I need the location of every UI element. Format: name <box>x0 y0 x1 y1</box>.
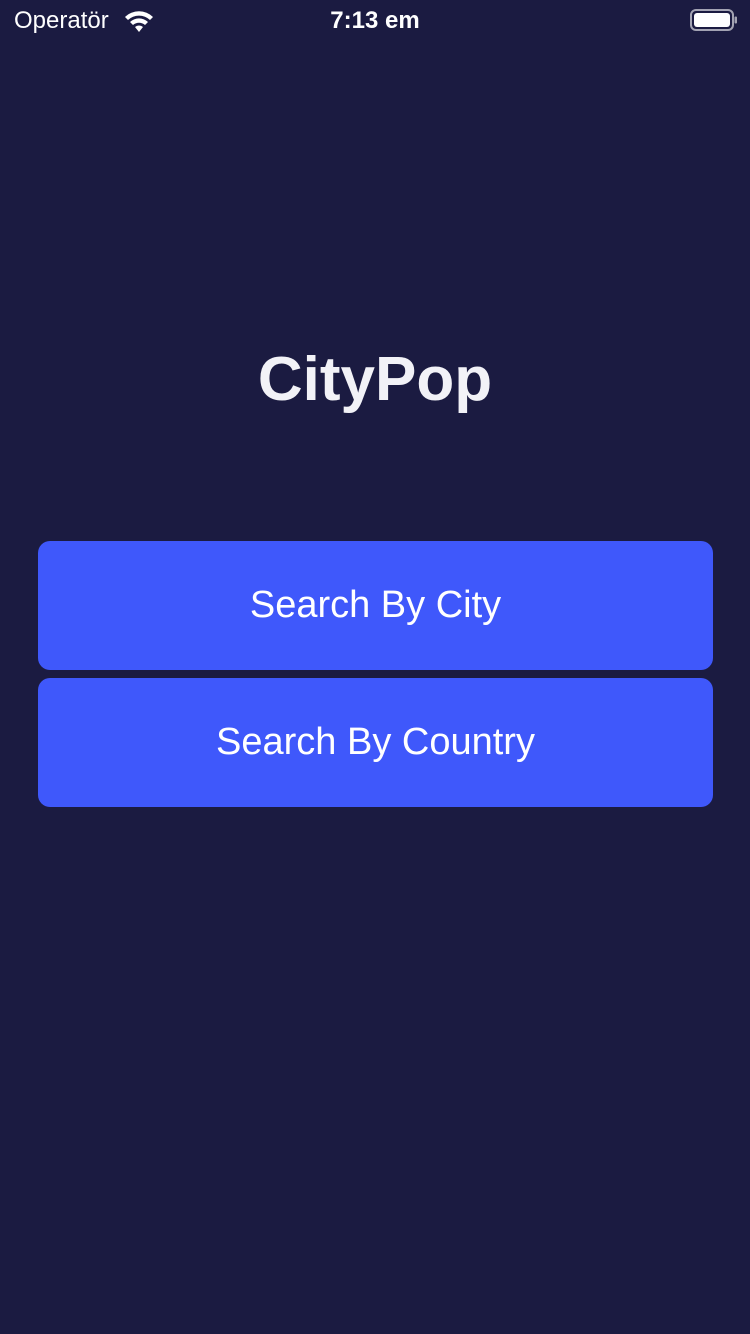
search-by-country-button[interactable]: Search By Country <box>38 678 713 807</box>
battery-icon <box>690 8 738 32</box>
app-title: CityPop <box>257 345 493 414</box>
status-time: 7:13 em <box>330 7 420 34</box>
search-by-city-button[interactable]: Search By City <box>38 541 713 670</box>
status-bar: Operatör 7:13 em <box>0 0 750 40</box>
